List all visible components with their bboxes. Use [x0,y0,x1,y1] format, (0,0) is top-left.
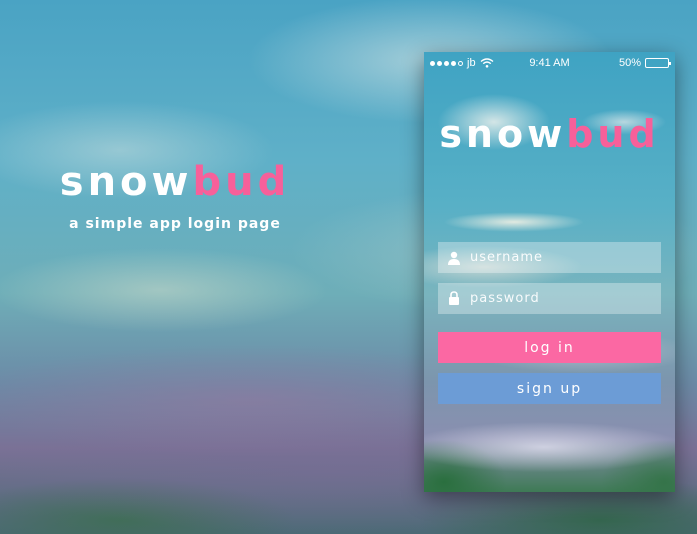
battery-icon [645,58,671,68]
signal-strength-icon [430,60,463,66]
username-input[interactable] [470,242,661,273]
wifi-icon [480,58,494,68]
app-logo-accent: bud [566,112,660,156]
lock-icon [446,291,462,307]
status-bar: jb 9:41 AM 50% [424,52,675,74]
login-button[interactable]: log in [438,332,661,363]
status-right: 50% [589,57,671,69]
user-icon [446,250,462,266]
status-time: 9:41 AM [529,57,570,69]
phone-mockup: jb 9:41 AM 50% snowbud log in sign up [424,52,675,492]
username-field[interactable] [438,242,661,273]
password-field[interactable] [438,283,661,314]
battery-percent: 50% [618,57,641,69]
brand-logo: snowbud [0,160,350,204]
brand-tagline: a simple app login page [69,216,281,232]
password-input[interactable] [470,283,661,314]
brand-logo-main: snow [59,159,193,205]
app-logo: snowbud [424,112,675,156]
status-left: jb [430,57,510,69]
app-logo-main: snow [439,112,567,156]
signup-button[interactable]: sign up [438,373,661,404]
brand-header: snowbud a simple app login page [0,160,350,232]
carrier-name: jb [467,57,476,69]
brand-logo-accent: bud [192,159,291,205]
